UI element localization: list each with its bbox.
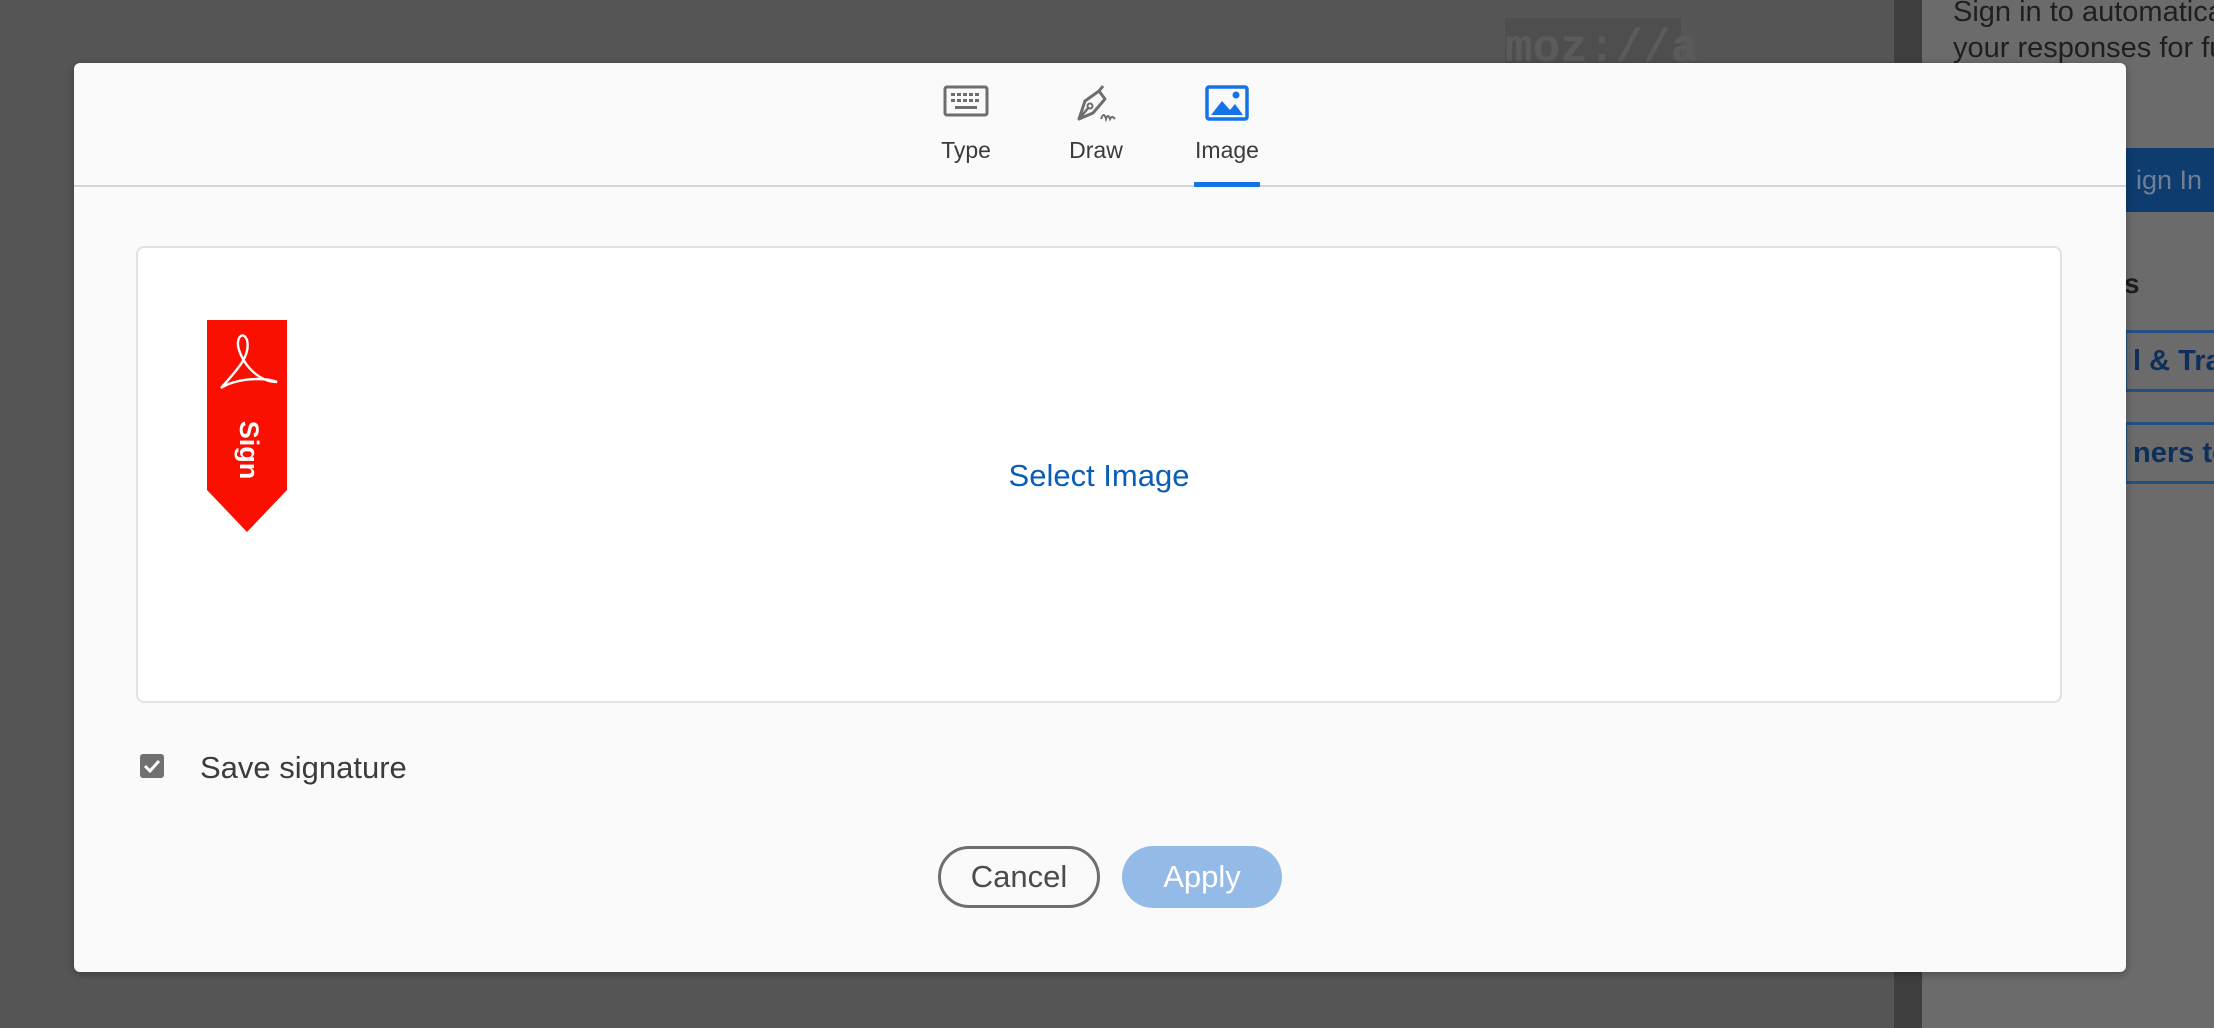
tab-image-label: Image bbox=[1195, 137, 1259, 163]
active-tab-indicator bbox=[1194, 182, 1260, 187]
acrobat-sign-badge: Sign bbox=[207, 320, 287, 537]
keyboard-icon bbox=[943, 85, 989, 124]
background-signin-text: Sign in to automatica your responses for… bbox=[1953, 0, 2214, 66]
signature-tabs: Type Draw Image bbox=[74, 63, 2126, 187]
checkmark-icon bbox=[143, 759, 161, 774]
tab-draw[interactable]: Draw bbox=[1056, 63, 1136, 185]
image-dropzone[interactable]: Sign Select Image bbox=[136, 246, 2062, 703]
background-signin-line1: Sign in to automatica bbox=[1953, 0, 2214, 28]
background-box-1: l & Trac bbox=[2124, 330, 2214, 392]
tab-type[interactable]: Type bbox=[926, 63, 1006, 185]
background-heading: s bbox=[2124, 268, 2140, 299]
save-signature-checkbox[interactable] bbox=[140, 754, 164, 778]
cancel-button[interactable]: Cancel bbox=[938, 846, 1100, 908]
signature-dialog: Type Draw Image Sign Select Image Save s… bbox=[74, 63, 2126, 972]
pen-icon bbox=[1073, 85, 1119, 130]
background-signin-line2: your responses for fu bbox=[1953, 32, 2214, 64]
select-image-link[interactable]: Select Image bbox=[138, 458, 2060, 494]
image-icon bbox=[1205, 85, 1249, 126]
tab-draw-label: Draw bbox=[1069, 137, 1123, 163]
apply-button[interactable]: Apply bbox=[1122, 846, 1282, 908]
background-signin-button: ign In bbox=[2124, 148, 2214, 212]
background-box-2: ners to bbox=[2124, 422, 2214, 484]
tab-image[interactable]: Image bbox=[1194, 63, 1260, 187]
tab-type-label: Type bbox=[941, 137, 991, 163]
save-signature-label[interactable]: Save signature bbox=[200, 750, 407, 786]
